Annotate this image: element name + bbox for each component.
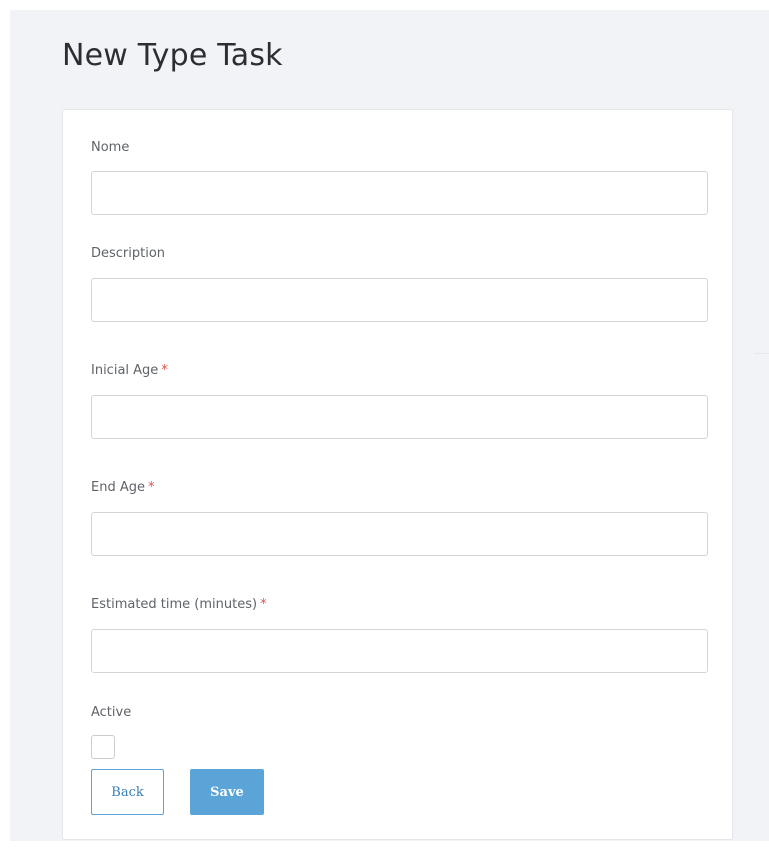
estimated-time-input[interactable] xyxy=(91,629,708,673)
label-text: End Age xyxy=(91,480,145,495)
label-text: Active xyxy=(91,705,132,720)
save-button[interactable]: Save xyxy=(190,769,264,815)
divider xyxy=(754,353,769,354)
inicial-age-input[interactable] xyxy=(91,395,708,439)
label-text: Estimated time (minutes) xyxy=(91,597,258,612)
field-label-nome: Nome xyxy=(91,140,129,155)
label-text: Nome xyxy=(91,140,130,155)
type-task-form: Nome Description Inicial Age * End Age * E… xyxy=(62,109,733,840)
field-label-end-age: End Age * xyxy=(91,480,154,495)
page-background: New Type Task Nome Description Inicial A… xyxy=(10,10,769,841)
required-marker: * xyxy=(161,363,168,378)
label-text: Description xyxy=(91,246,166,261)
page-title: New Type Task xyxy=(62,38,283,73)
field-label-description: Description xyxy=(91,246,165,261)
required-marker: * xyxy=(147,480,155,495)
required-marker: * xyxy=(260,597,267,612)
nome-input[interactable] xyxy=(91,171,708,215)
field-label-active: Active xyxy=(91,705,131,720)
back-button[interactable]: Back xyxy=(91,769,164,815)
field-label-inicial-age: Inicial Age * xyxy=(91,363,168,378)
label-text: Inicial Age xyxy=(91,363,159,378)
active-checkbox[interactable] xyxy=(91,735,115,759)
end-age-input[interactable] xyxy=(91,512,708,556)
description-input[interactable] xyxy=(91,278,708,322)
field-label-estimated-time: Estimated time (minutes) * xyxy=(91,597,267,612)
